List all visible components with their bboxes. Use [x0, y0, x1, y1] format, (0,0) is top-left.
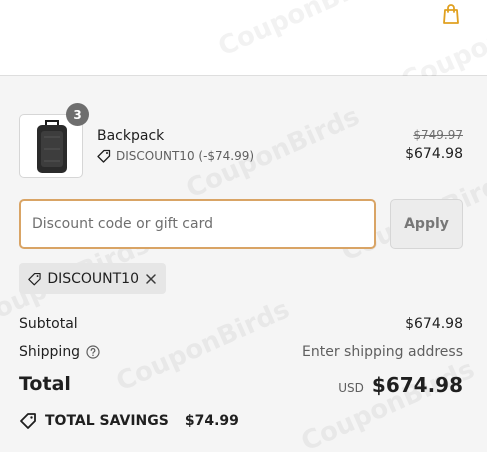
- shipping-value: Enter shipping address: [302, 344, 463, 360]
- tag-icon: [20, 413, 36, 429]
- product-discount: DISCOUNT10 (-$74.99): [97, 149, 254, 163]
- apply-button[interactable]: Apply: [390, 199, 463, 249]
- tag-icon: [97, 149, 111, 163]
- total-amount: $674.98: [371, 373, 463, 397]
- product-name: Backpack: [97, 128, 165, 144]
- subtotal-value: $674.98: [405, 316, 463, 332]
- quantity-badge: 3: [66, 103, 89, 126]
- tag-icon: [28, 272, 41, 285]
- watermark: CouponBirds: [296, 354, 480, 452]
- backpack-image: [37, 120, 67, 173]
- subtotal-label: Subtotal: [19, 316, 78, 332]
- applied-code-label: DISCOUNT10: [47, 270, 139, 287]
- help-icon[interactable]: [86, 345, 100, 359]
- total-savings-amount: $74.99: [184, 413, 239, 429]
- product-price: $674.98: [405, 146, 463, 162]
- total-savings: TOTAL SAVINGS $74.99: [19, 412, 239, 430]
- shipping-label: Shipping: [19, 344, 81, 360]
- shipping-label-row: Shipping: [19, 344, 100, 360]
- watermark: CouponBirds: [213, 0, 397, 63]
- total-label: Total: [19, 373, 71, 395]
- watermark: CouponBirds: [111, 294, 295, 398]
- discount-code-input[interactable]: [19, 199, 376, 249]
- original-price: $749.97: [413, 128, 463, 142]
- applied-code-chip: DISCOUNT10: [19, 263, 166, 294]
- header: CouponBirds CouponBirds: [0, 0, 487, 97]
- total-savings-label: TOTAL SAVINGS: [45, 413, 169, 429]
- shopping-bag-icon[interactable]: [441, 3, 461, 25]
- close-icon[interactable]: [145, 272, 157, 286]
- product-discount-text: DISCOUNT10 (-$74.99): [116, 149, 255, 163]
- total-currency: USD: [338, 381, 364, 395]
- total-value: USD $674.98: [338, 373, 463, 397]
